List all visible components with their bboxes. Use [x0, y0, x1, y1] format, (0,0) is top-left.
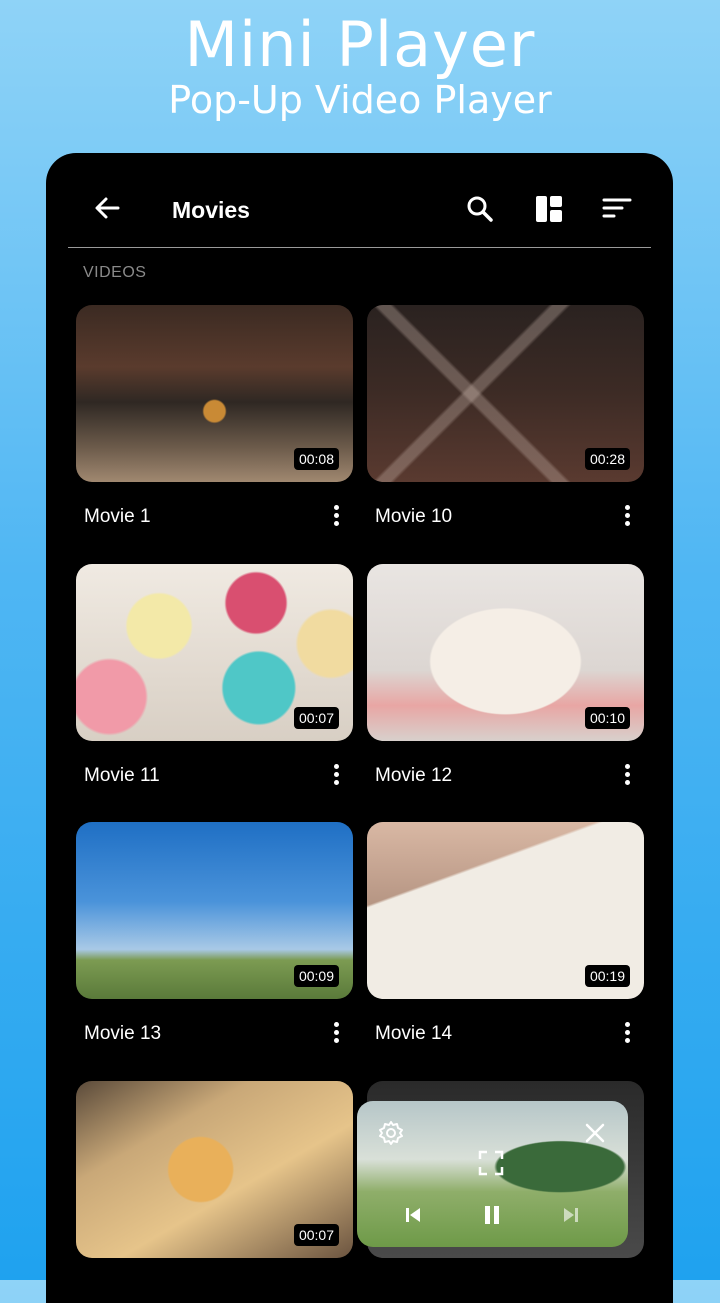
divider	[68, 247, 651, 248]
video-thumbnail[interactable]: 00:09	[76, 822, 353, 999]
app-bar: Movies	[46, 153, 673, 248]
more-options-icon[interactable]	[618, 762, 636, 788]
video-title: Movie 13	[84, 1023, 162, 1044]
duration-badge: 00:07	[293, 1224, 339, 1246]
video-thumbnail[interactable]: 00:07	[76, 564, 353, 741]
more-options-icon[interactable]	[327, 1020, 345, 1046]
grid-layout-icon[interactable]	[533, 193, 565, 225]
next-icon[interactable]	[561, 1205, 581, 1225]
duration-badge: 00:09	[293, 965, 339, 987]
video-title: Movie 14	[375, 1023, 453, 1044]
more-options-icon[interactable]	[327, 503, 345, 529]
video-title: Movie 1	[84, 506, 151, 527]
video-thumbnail[interactable]: 00:08	[76, 305, 353, 482]
search-icon[interactable]	[464, 193, 496, 225]
video-thumbnail[interactable]: 00:19	[367, 822, 644, 999]
more-options-icon[interactable]	[618, 1020, 636, 1046]
video-card[interactable]: 00:07 Movie 11	[76, 564, 353, 786]
duration-badge: 00:07	[293, 707, 339, 729]
video-card[interactable]: 00:19 Movie 14	[367, 822, 644, 1044]
video-title: Movie 10	[375, 506, 453, 527]
video-title: Movie 12	[375, 765, 453, 786]
duration-badge: 00:10	[584, 707, 630, 729]
video-thumbnail[interactable]: 00:07	[76, 1081, 353, 1258]
promo-subtitle: Pop-Up Video Player	[168, 78, 552, 122]
video-card[interactable]: 00:08 Movie 1	[76, 305, 353, 527]
video-thumbnail[interactable]: 00:10	[367, 564, 644, 741]
video-card[interactable]: 00:28 Movie 10	[367, 305, 644, 527]
duration-badge: 00:28	[584, 448, 630, 470]
settings-icon[interactable]	[377, 1119, 405, 1147]
more-options-icon[interactable]	[327, 762, 345, 788]
duration-badge: 00:19	[584, 965, 630, 987]
video-card[interactable]: 00:09 Movie 13	[76, 822, 353, 1044]
more-options-icon[interactable]	[618, 503, 636, 529]
video-card[interactable]: 00:07	[76, 1081, 353, 1258]
pause-icon[interactable]	[481, 1203, 503, 1227]
video-card[interactable]: 00:10 Movie 12	[367, 564, 644, 786]
video-thumbnail[interactable]: 00:28	[367, 305, 644, 482]
mini-player[interactable]	[357, 1101, 628, 1247]
page-title: Movies	[172, 197, 250, 223]
video-title: Movie 11	[84, 765, 160, 786]
section-label: VIDEOS	[83, 264, 147, 281]
previous-icon[interactable]	[403, 1205, 423, 1225]
promo-title: Mini Player	[184, 8, 536, 81]
back-arrow-icon[interactable]	[92, 193, 122, 223]
sort-icon[interactable]	[601, 193, 633, 225]
close-icon[interactable]	[583, 1121, 607, 1145]
fullscreen-icon[interactable]	[477, 1149, 505, 1177]
duration-badge: 00:08	[293, 448, 339, 470]
